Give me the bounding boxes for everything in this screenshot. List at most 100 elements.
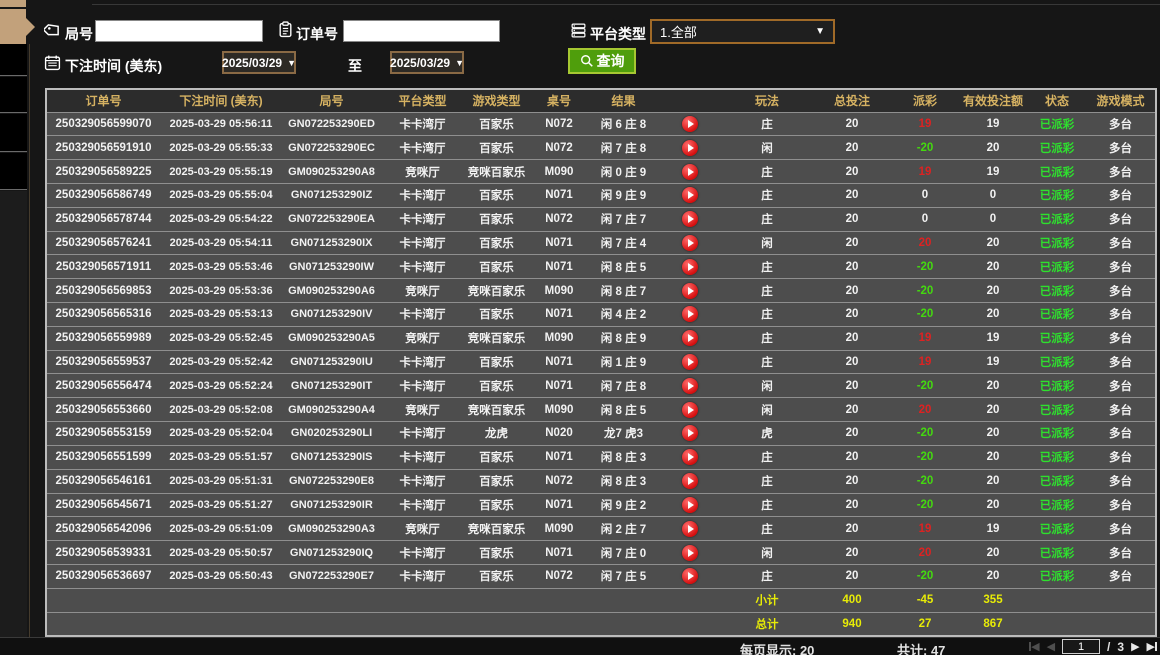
table-row: 2503290565366972025-03-29 05:50:43GN0722… (46, 564, 1156, 588)
cell-valid-bet: 20 (958, 398, 1028, 422)
play-video-button[interactable] (682, 568, 698, 584)
play-video-button[interactable] (682, 259, 698, 275)
date-to-picker[interactable]: 2025/03/29 ▼ (390, 51, 464, 74)
sidebar-item[interactable] (0, 77, 27, 113)
cell-empty (464, 612, 529, 636)
play-video-button[interactable] (682, 116, 698, 132)
search-button[interactable]: 查询 (568, 48, 636, 74)
cell-order: 250329056539331 (46, 541, 160, 565)
cell-order: 250329056571911 (46, 255, 160, 279)
cell-status: 已派彩 (1028, 374, 1086, 398)
cell-game-mode: 多台 (1086, 326, 1156, 350)
cell-round-no: GN071253290IR (282, 493, 381, 517)
play-video-button[interactable] (682, 402, 698, 418)
cell-summary-valid-bet: 867 (958, 612, 1028, 636)
cell-result: 闲 0 庄 9 (589, 160, 658, 184)
next-page-icon[interactable]: ▶ (1131, 640, 1139, 654)
platform-type-select[interactable]: 1.全部 ▼ (650, 19, 835, 44)
column-header: 结果 (589, 89, 658, 112)
play-video-button[interactable] (682, 354, 698, 370)
prev-page-icon[interactable]: ◀ (1047, 640, 1055, 654)
cell-game-type: 百家乐 (464, 564, 529, 588)
sidebar-item[interactable] (0, 44, 27, 76)
table-row: 2503290565892252025-03-29 05:55:19GM0902… (46, 160, 1156, 184)
cell-play-type: 闲 (722, 541, 812, 565)
cell-round-no: GN072253290E7 (282, 564, 381, 588)
cell-round-no: GN072253290EA (282, 207, 381, 231)
cell-empty (658, 612, 722, 636)
play-video-button[interactable] (682, 545, 698, 561)
cell-status: 已派彩 (1028, 517, 1086, 541)
table-row: 2503290565787442025-03-29 05:54:22GN0722… (46, 207, 1156, 231)
sidebar-active-tab[interactable] (0, 9, 26, 44)
cell-platform: 卡卡湾厅 (381, 564, 464, 588)
cell-platform: 卡卡湾厅 (381, 207, 464, 231)
cell-video (658, 374, 722, 398)
cell-game-mode: 多台 (1086, 564, 1156, 588)
date-from-picker[interactable]: 2025/03/29 ▼ (222, 51, 296, 74)
play-video-button[interactable] (682, 425, 698, 441)
play-video-button[interactable] (682, 306, 698, 322)
cell-status: 已派彩 (1028, 445, 1086, 469)
cell-video (658, 350, 722, 374)
cell-round-no: GN072253290EC (282, 136, 381, 160)
play-video-button[interactable] (682, 187, 698, 203)
cell-table-no: N071 (529, 350, 589, 374)
cell-status: 已派彩 (1028, 326, 1086, 350)
cell-game-mode: 多台 (1086, 350, 1156, 374)
cell-result: 闲 7 庄 4 (589, 231, 658, 255)
play-video-button[interactable] (682, 140, 698, 156)
cell-empty (589, 588, 658, 612)
play-video-button[interactable] (682, 521, 698, 537)
play-video-button[interactable] (682, 235, 698, 251)
cell-valid-bet: 19 (958, 160, 1028, 184)
cell-platform: 卡卡湾厅 (381, 374, 464, 398)
cell-order: 250329056546161 (46, 469, 160, 493)
cell-game-mode: 多台 (1086, 398, 1156, 422)
cell-status: 已派彩 (1028, 564, 1086, 588)
game-no-input[interactable] (95, 20, 263, 42)
cell-valid-bet: 19 (958, 112, 1028, 136)
cell-platform: 卡卡湾厅 (381, 422, 464, 446)
cell-total-bet: 20 (812, 469, 892, 493)
last-page-icon[interactable]: ▶ (1147, 640, 1157, 654)
cell-bet-time: 2025-03-29 05:50:57 (160, 541, 282, 565)
cell-payout: 19 (892, 326, 958, 350)
cell-table-no: N071 (529, 255, 589, 279)
cell-order: 250329056559537 (46, 350, 160, 374)
cell-valid-bet: 20 (958, 231, 1028, 255)
play-video-button[interactable] (682, 449, 698, 465)
order-no-input[interactable] (343, 20, 500, 42)
cell-summary-total-bet: 400 (812, 588, 892, 612)
play-video-button[interactable] (682, 378, 698, 394)
cell-payout: 20 (892, 541, 958, 565)
cell-result: 闲 6 庄 8 (589, 112, 658, 136)
first-page-icon[interactable]: ◀ (1029, 640, 1039, 654)
play-video-button[interactable] (682, 473, 698, 489)
play-video-button[interactable] (682, 283, 698, 299)
cell-round-no: GM090253290A4 (282, 398, 381, 422)
cell-round-no: GN071253290IT (282, 374, 381, 398)
play-video-button[interactable] (682, 330, 698, 346)
cell-play-type: 庄 (722, 350, 812, 374)
cell-play-type: 闲 (722, 231, 812, 255)
play-video-button[interactable] (682, 164, 698, 180)
sidebar-item[interactable] (0, 114, 27, 152)
cell-platform: 卡卡湾厅 (381, 136, 464, 160)
cell-result: 闲 9 庄 9 (589, 183, 658, 207)
cell-order: 250329056576241 (46, 231, 160, 255)
play-video-button[interactable] (682, 211, 698, 227)
sidebar-item[interactable] (0, 153, 27, 190)
cell-table-no: N071 (529, 231, 589, 255)
column-header: 桌号 (529, 89, 589, 112)
play-video-button[interactable] (682, 497, 698, 513)
page-number-input[interactable] (1062, 639, 1100, 654)
cell-table-no: N071 (529, 541, 589, 565)
cell-payout: 19 (892, 112, 958, 136)
search-button-label: 查询 (597, 51, 625, 71)
cell-table-no: N071 (529, 374, 589, 398)
chevron-down-icon: ▼ (455, 58, 464, 68)
cell-platform: 卡卡湾厅 (381, 469, 464, 493)
cell-platform: 卡卡湾厅 (381, 303, 464, 327)
cell-summary-total-bet: 940 (812, 612, 892, 636)
